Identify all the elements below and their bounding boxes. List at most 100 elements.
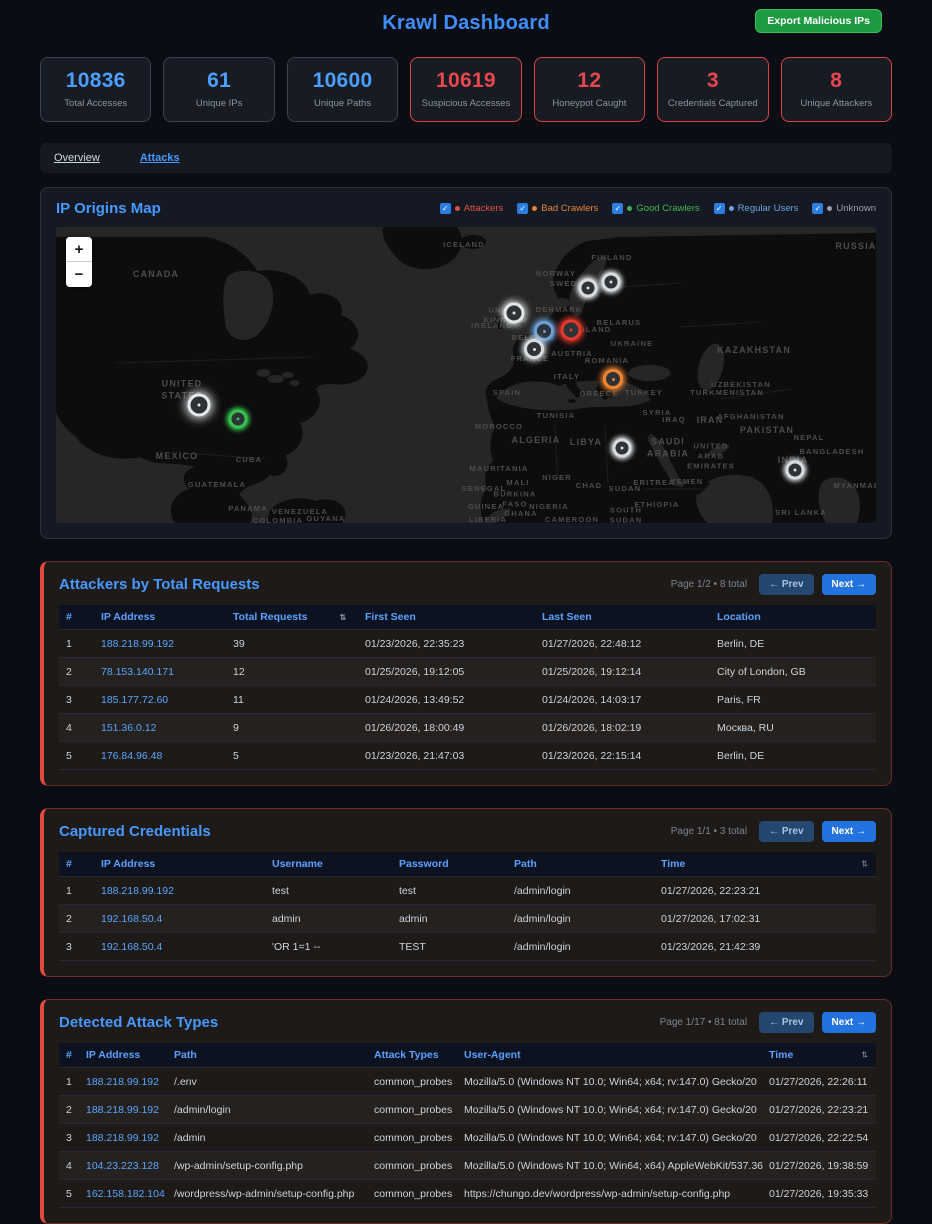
col-password[interactable]: Password [399,858,514,870]
legend-checkbox-icon[interactable]: ✓ [612,203,623,214]
sort-icon[interactable]: ⇅ [861,860,868,869]
legend-checkbox-icon[interactable]: ✓ [440,203,451,214]
col-time[interactable]: Time [769,1049,876,1061]
next-button[interactable]: Next → [822,574,876,595]
legend-item[interactable]: ✓ Regular Users [714,203,799,214]
stat-value: 10600 [292,69,393,93]
attack-types-panel: Detected Attack Types Page 1/17 • 81 tot… [40,999,892,1224]
map-marker[interactable] [229,410,248,429]
map-marker[interactable] [561,320,582,341]
time-cell: 01/27/2026, 19:35:33 [769,1188,876,1200]
col-time[interactable]: Time [661,858,876,870]
time-cell: 01/27/2026, 19:38:59 [769,1160,876,1172]
username-cell: test [272,885,399,897]
world-map[interactable]: CANADA UNITED STATES MEXICO CUBA GUATEMA… [56,227,876,523]
attack-types-panel-header: Detected Attack Types Page 1/17 • 81 tot… [59,1012,876,1033]
stat-label: Total Accesses [45,98,146,109]
ip-link[interactable]: 185.177.72.60 [101,694,168,706]
col-ip[interactable]: IP Address [86,1049,174,1061]
tab[interactable]: Attacks [140,152,180,164]
stat-card: 3 Credentials Captured [657,57,768,122]
legend-item[interactable]: ✓ Unknown [812,203,876,214]
location-cell: City of London, GB [717,666,876,678]
ip-link[interactable]: 192.168.50.4 [101,941,162,953]
attack-types-cell: common_probes [374,1076,464,1088]
row-num: 1 [59,885,101,897]
time-cell: 01/27/2026, 22:23:21 [769,1104,876,1116]
stat-label: Unique Attackers [786,98,887,109]
krawl-dashboard: Krawl Dashboard Export Malicious IPs 108… [0,0,932,1215]
col-last-seen[interactable]: Last Seen [542,611,717,623]
legend-dot-icon [827,206,832,211]
col-path[interactable]: Path [174,1049,374,1061]
map-marker[interactable] [603,369,623,389]
map-marker[interactable] [602,273,621,292]
map-marker[interactable] [579,279,598,298]
ip-link[interactable]: 188.218.99.192 [101,638,174,650]
next-button[interactable]: Next → [822,1012,876,1033]
map-marker[interactable] [188,394,211,417]
password-cell: TEST [399,941,514,953]
ip-link[interactable]: 78.153.140.171 [101,666,174,678]
map-marker[interactable] [786,461,805,480]
stat-card: 8 Unique Attackers [781,57,892,122]
table-row: 2 78.153.140.171 12 01/25/2026, 19:12:05… [59,658,876,686]
next-button[interactable]: Next → [822,821,876,842]
legend-item[interactable]: ✓ Attackers [440,203,504,214]
attack-types-cell: common_probes [374,1104,464,1116]
col-username[interactable]: Username [272,858,399,870]
legend-checkbox-icon[interactable]: ✓ [517,203,528,214]
page-info: Page 1/1 • 3 total [671,826,747,837]
ip-link[interactable]: 104.23.223.128 [86,1160,159,1172]
table-header-row: # IP Address Total Requests⇅ First Seen … [59,605,876,630]
ip-link[interactable]: 162.158.182.104 [86,1188,165,1200]
path-cell: /admin/login [514,885,661,897]
prev-button[interactable]: ← Prev [759,821,813,842]
legend-item[interactable]: ✓ Bad Crawlers [517,203,598,214]
ip-link[interactable]: 151.36.0.12 [101,722,156,734]
col-ip[interactable]: IP Address [101,858,272,870]
tab-bar: Overview Attacks [40,143,892,173]
col-total-requests[interactable]: Total Requests⇅ [233,611,365,623]
zoom-in-button[interactable]: + [66,237,92,262]
attackers-panel: Attackers by Total Requests Page 1/2 • 8… [40,561,892,786]
prev-button[interactable]: ← Prev [759,1012,813,1033]
ip-link[interactable]: 192.168.50.4 [101,913,162,925]
stat-value: 10836 [45,69,146,93]
legend-item[interactable]: ✓ Good Crawlers [612,203,699,214]
ip-link[interactable]: 176.84.96.48 [101,750,162,762]
ip-link[interactable]: 188.218.99.192 [86,1132,159,1144]
ip-link[interactable]: 188.218.99.192 [86,1076,159,1088]
ip-link[interactable]: 188.218.99.192 [101,885,174,897]
tab[interactable]: Overview [54,152,100,164]
location-cell: Paris, FR [717,694,876,706]
ip-link[interactable]: 188.218.99.192 [86,1104,159,1116]
stat-card: 12 Honeypot Caught [534,57,645,122]
sort-icon[interactable]: ⇅ [339,613,346,622]
legend-checkbox-icon[interactable]: ✓ [812,203,823,214]
sort-icon[interactable]: ⇅ [861,1051,868,1060]
col-attack-types[interactable]: Attack Types [374,1049,464,1061]
stats-row: 10836 Total Accesses 61 Unique IPs 10600… [40,57,892,122]
map-marker[interactable] [613,439,632,458]
stat-card: 61 Unique IPs [163,57,274,122]
map-marker[interactable] [524,339,544,359]
stat-value: 8 [786,69,887,93]
zoom-out-button[interactable]: − [66,262,92,287]
prev-button[interactable]: ← Prev [759,574,813,595]
col-location[interactable]: Location [717,611,876,623]
stat-card: 10619 Suspicious Accesses [410,57,521,122]
col-num: # [59,1049,86,1061]
col-ip[interactable]: IP Address [101,611,233,623]
legend-checkbox-icon[interactable]: ✓ [714,203,725,214]
export-malicious-ips-button[interactable]: Export Malicious IPs [755,9,882,33]
time-cell: 01/23/2026, 21:42:39 [661,941,876,953]
legend-dot-icon [455,206,460,211]
col-path[interactable]: Path [514,858,661,870]
col-first-seen[interactable]: First Seen [365,611,542,623]
map-marker[interactable] [504,303,525,324]
map-marker[interactable] [534,321,554,341]
stat-card: 10600 Unique Paths [287,57,398,122]
col-user-agent[interactable]: User-Agent [464,1049,769,1061]
row-num: 3 [59,694,101,706]
